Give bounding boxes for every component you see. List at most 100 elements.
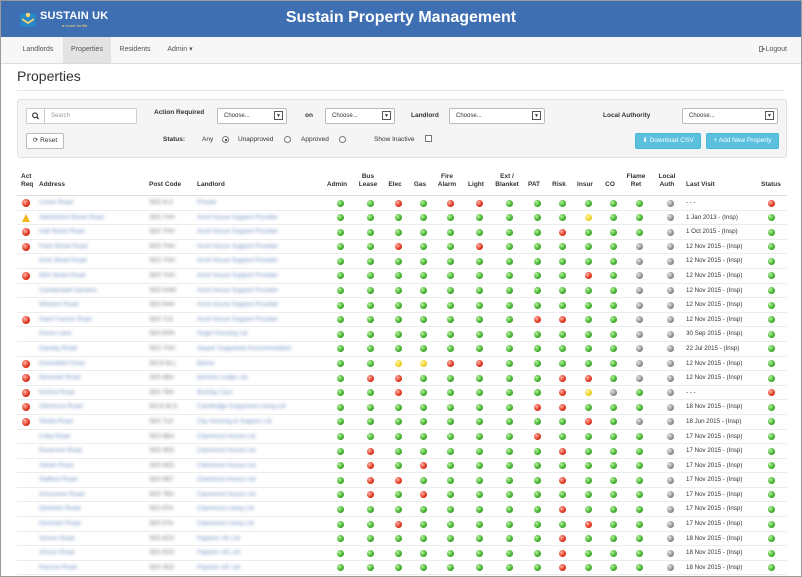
- admin-status-icon[interactable]: [337, 433, 344, 440]
- light-status-icon[interactable]: [476, 535, 483, 543]
- gas-status-icon[interactable]: [420, 243, 427, 251]
- landlord-link[interactable]: Papanic UK Ltd: [197, 532, 240, 546]
- insur-status-icon[interactable]: [585, 403, 592, 411]
- insur-status-icon[interactable]: [585, 199, 592, 207]
- col-bus-lease[interactable]: Bus Lease: [356, 173, 380, 189]
- flame-ret-status-icon[interactable]: [636, 243, 643, 251]
- reset-button[interactable]: ⟳ Reset: [26, 133, 64, 149]
- insur-status-icon[interactable]: [585, 374, 592, 382]
- ext-blanket-status-icon[interactable]: [506, 272, 513, 280]
- fire-alarm-status-icon[interactable]: [447, 433, 454, 440]
- insur-status-icon[interactable]: [585, 389, 592, 397]
- address-link[interactable]: Vinson Road: [39, 546, 74, 560]
- admin-status-icon[interactable]: [337, 374, 344, 382]
- landlord-link[interactable]: Jaspar Supported Accommodation: [197, 342, 292, 356]
- admin-status-icon[interactable]: [337, 287, 344, 295]
- pat-status-icon[interactable]: [534, 330, 541, 338]
- fire-alarm-status-icon[interactable]: [447, 505, 454, 513]
- address-link[interactable]: Denmark Road: [39, 371, 81, 385]
- co-status-icon[interactable]: [610, 301, 617, 309]
- admin-status-icon[interactable]: [337, 345, 344, 353]
- fire-alarm-status-icon[interactable]: [447, 272, 454, 280]
- col-light[interactable]: Light: [464, 181, 488, 189]
- table-row[interactable]: Denholm Road SE5 9TA Claremont Living Ltd 1…: [17, 502, 787, 518]
- landlord-link[interactable]: Anvil House Support Provider: [197, 225, 278, 239]
- elec-status-icon[interactable]: [395, 214, 402, 222]
- bus-lease-status-icon[interactable]: [367, 316, 374, 324]
- ext-blanket-status-icon[interactable]: [506, 301, 513, 309]
- elec-status-icon[interactable]: [395, 447, 402, 455]
- gas-status-icon[interactable]: [420, 330, 427, 338]
- pat-status-icon[interactable]: [534, 301, 541, 309]
- landlord-link[interactable]: Papanic UK Ltd: [197, 561, 240, 575]
- flame-ret-status-icon[interactable]: [636, 345, 643, 353]
- admin-status-icon[interactable]: [337, 549, 344, 557]
- table-row[interactable]: Glenhurst Road SE15 8LN Cambridge Supporte…: [17, 400, 787, 415]
- address-link[interactable]: Field Street Road: [39, 240, 87, 254]
- gas-status-icon[interactable]: [420, 505, 427, 513]
- landlord-link[interactable]: Anvil House Support Provider: [197, 254, 278, 268]
- admin-status-icon[interactable]: [337, 505, 344, 513]
- action-required-select[interactable]: Choose... ▼: [217, 108, 287, 124]
- col-gas[interactable]: Gas: [408, 181, 432, 189]
- flame-ret-status-icon[interactable]: [636, 257, 643, 265]
- risk-status-icon[interactable]: [559, 403, 566, 411]
- local-auth-status-icon[interactable]: [667, 257, 674, 265]
- local-auth-status-icon[interactable]: [667, 520, 674, 528]
- table-row[interactable]: Reservoir Road SE5 9ED Claremont House Ltd…: [17, 444, 787, 459]
- pat-status-icon[interactable]: [534, 257, 541, 265]
- gas-status-icon[interactable]: [420, 316, 427, 324]
- insur-status-icon[interactable]: [585, 520, 592, 528]
- insur-status-icon[interactable]: [585, 214, 592, 222]
- gas-status-icon[interactable]: [420, 549, 427, 557]
- bus-lease-status-icon[interactable]: [367, 272, 374, 280]
- bus-lease-status-icon[interactable]: [367, 287, 374, 295]
- nav-residents[interactable]: Residents: [111, 37, 159, 63]
- local-auth-status-icon[interactable]: [667, 287, 674, 295]
- gas-status-icon[interactable]: [420, 199, 427, 207]
- co-status-icon[interactable]: [610, 199, 617, 207]
- address-link[interactable]: Ranson Road: [39, 561, 77, 575]
- address-link[interactable]: Denholm Road: [39, 502, 80, 516]
- elec-status-icon[interactable]: [395, 462, 402, 470]
- address-link[interactable]: Reservoir Road: [39, 444, 82, 458]
- address-link[interactable]: Vinson Road: [39, 532, 74, 546]
- pat-status-icon[interactable]: [534, 389, 541, 397]
- local-auth-status-icon[interactable]: [667, 330, 674, 338]
- co-status-icon[interactable]: [610, 433, 617, 440]
- gas-status-icon[interactable]: [420, 287, 427, 295]
- admin-status-icon[interactable]: [337, 272, 344, 280]
- gas-status-icon[interactable]: [420, 272, 427, 280]
- insur-status-icon[interactable]: [585, 316, 592, 324]
- bus-lease-status-icon[interactable]: [367, 301, 374, 309]
- table-row[interactable]: Grosvenor Road SE5 7BA Claremont House Ltd…: [17, 488, 787, 503]
- ext-blanket-status-icon[interactable]: [506, 330, 513, 338]
- landlord-link[interactable]: Barnish Lodge Ltd: [197, 371, 247, 385]
- insur-status-icon[interactable]: [585, 272, 592, 280]
- pat-status-icon[interactable]: [534, 287, 541, 295]
- insur-status-icon[interactable]: [585, 433, 592, 440]
- fire-alarm-status-icon[interactable]: [447, 360, 454, 368]
- co-status-icon[interactable]: [610, 462, 617, 470]
- insur-status-icon[interactable]: [585, 257, 592, 265]
- light-status-icon[interactable]: [476, 316, 483, 324]
- bus-lease-status-icon[interactable]: [367, 389, 374, 397]
- light-status-icon[interactable]: [476, 257, 483, 265]
- elec-status-icon[interactable]: [395, 564, 402, 572]
- flame-ret-status-icon[interactable]: [636, 301, 643, 309]
- bus-lease-status-icon[interactable]: [367, 535, 374, 543]
- pat-status-icon[interactable]: [534, 345, 541, 353]
- risk-status-icon[interactable]: [559, 462, 566, 470]
- local-auth-status-icon[interactable]: [667, 316, 674, 324]
- address-link[interactable]: Camberwell Gardens: [39, 284, 97, 298]
- status-any-radio[interactable]: [222, 136, 229, 143]
- download-csv-button[interactable]: ⬇ Download CSV: [635, 133, 701, 149]
- address-link[interactable]: Coby Road: [39, 430, 70, 444]
- landlord-link[interactable]: Anvil House Support Provider: [197, 269, 278, 283]
- ext-blanket-status-icon[interactable]: [506, 360, 513, 368]
- risk-status-icon[interactable]: [559, 301, 566, 309]
- pat-status-icon[interactable]: [534, 491, 541, 499]
- insur-status-icon[interactable]: [585, 418, 592, 426]
- co-status-icon[interactable]: [610, 564, 617, 572]
- pat-status-icon[interactable]: [534, 214, 541, 222]
